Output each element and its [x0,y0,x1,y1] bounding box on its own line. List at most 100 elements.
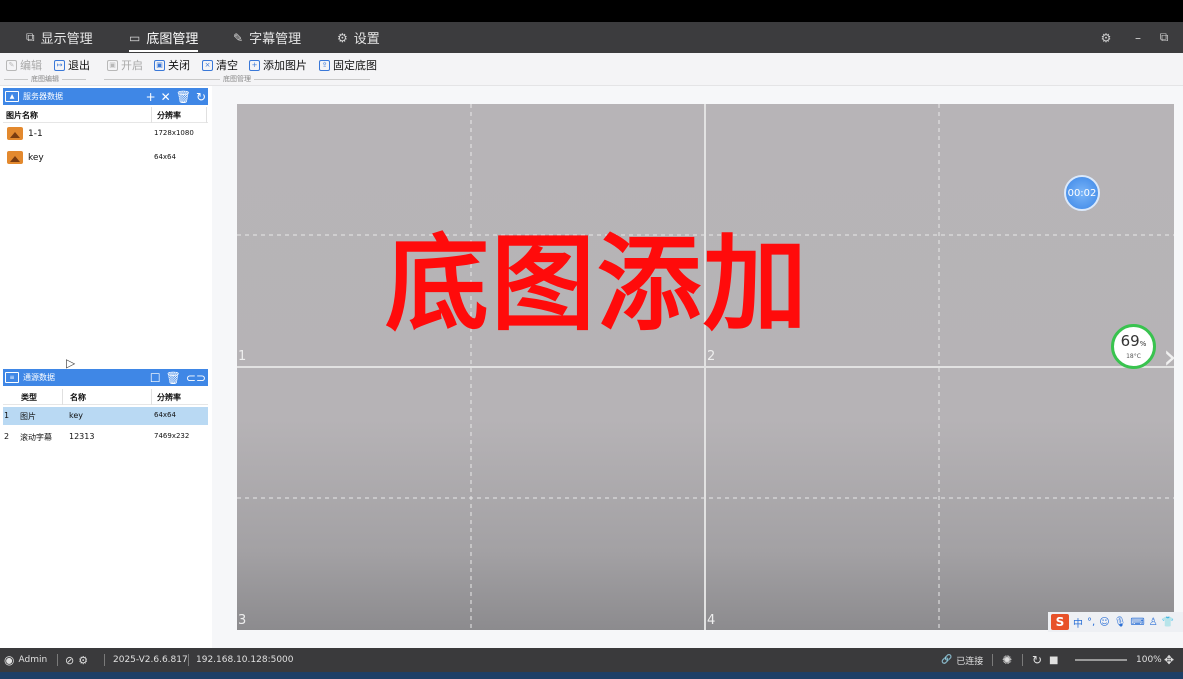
edit-icon: ✎ [6,59,17,71]
ime-toolbar[interactable]: S 中 °, ☺ 🎙 ⌨ ♙ 👕 [1048,612,1183,632]
tab-label: 底图管理 [146,32,199,47]
version-text: 2025-V2.6.6.817 [113,655,188,665]
refresh-icon[interactable]: ↻ [1032,648,1042,672]
user-icon: ♙ [1148,616,1158,628]
column-divider [151,107,152,123]
image-thumbnail-icon [7,127,23,140]
stop-icon[interactable]: ■ [1049,648,1058,672]
cpu-usage-badge[interactable]: 69% 18°C [1111,324,1156,369]
column-header: 分辨率 [157,393,181,402]
image-name: key [28,153,44,163]
mouse-cursor-icon: ▷ [66,356,76,370]
image-thumbnail-icon [7,151,23,164]
close-button[interactable]: ▣ 关闭 [154,57,190,73]
brightness-icon[interactable]: ✺ [1002,648,1012,672]
region-number: 1 [238,349,247,364]
settings-gear-icon[interactable]: ⚙ [1096,22,1116,53]
left-panel: ▲ 服务器数据 + ✕ 🗑 ↻ 图片名称 分辨率 1-1 1728x1080 k… [0,86,212,648]
canvas-grid [237,104,1174,630]
add-image-label: 添加图片 [263,59,307,72]
timer-badge[interactable]: 00:02 [1064,175,1100,211]
gear-icon: ⚙ [337,30,348,45]
user-icon: ◉ [4,653,15,667]
tab-subtitle-management[interactable]: ✎ 字幕管理 [233,22,301,53]
tab-display-management[interactable]: ⧉ 显示管理 [26,22,93,53]
group-label-base-edit: 底图编辑 [4,74,86,84]
pen-icon: ✎ [233,30,244,45]
app-window: ⧉ 显示管理 ▭ 底图管理 ✎ 字幕管理 ⚙ 设置 ⚙ – ⧉ ✎ 编辑 ↦ 退… [0,0,1183,679]
list-item[interactable]: 1-1 1728x1080 [3,124,208,146]
region-number: 2 [707,349,716,364]
source-data-title: 通源数据 [23,373,55,382]
globe-icon[interactable]: ⊘ [65,654,74,667]
row-resolution: 7469x232 [154,432,190,440]
ime-mode: 中 [1073,618,1083,630]
add-image-button[interactable]: + 添加图片 [249,57,307,73]
group-label-text: 底图编辑 [31,75,59,83]
clear-button[interactable]: × 清空 [202,57,238,73]
overlay-title: 底图添加 [385,223,810,345]
delete-x-icon[interactable]: ✕ [161,90,171,104]
trash-icon[interactable]: 🗑 [166,371,181,385]
divider [4,78,28,80]
square-icon[interactable]: ☐ [150,371,161,385]
chevron-right-icon[interactable]: › [1163,340,1177,374]
server-data-title: 服务器数据 [23,92,63,101]
link-icon: 🔗 [941,655,953,665]
cpu-unit: % [1139,340,1147,348]
move-icon[interactable]: ✥ [1164,648,1174,672]
tab-label: 显示管理 [40,32,93,47]
link-icon[interactable]: ⊂⊃ [186,371,206,385]
os-taskbar [0,672,1183,679]
tab-base-image-management[interactable]: ▭ 底图管理 [129,22,199,53]
tab-label: 字幕管理 [249,32,302,47]
gear-icon[interactable]: ⚙ [78,654,88,667]
minimize-icon[interactable]: – [1128,22,1148,53]
open-button[interactable]: ▣ 开启 [107,57,143,73]
connection-status: 🔗 已连接 [941,648,983,672]
connection-text: 已连接 [956,656,984,667]
source-data-table-header: 类型 名称 分辨率 [3,389,208,405]
open-icon: ▣ [107,59,118,71]
region-number: 4 [707,613,716,628]
edit-button[interactable]: ✎ 编辑 [6,57,42,73]
image-resolution: 1728x1080 [154,129,194,137]
punctuation-icon: °, [1087,616,1096,628]
divider [992,654,993,666]
close-icon: ▣ [154,59,165,71]
trash-icon[interactable]: 🗑 [176,90,191,104]
user-name: Admin [18,655,48,665]
add-image-icon: + [249,59,260,71]
clear-label: 清空 [216,59,238,72]
server-address: 192.168.10.128:5000 [196,655,294,665]
restore-icon[interactable]: ⧉ [1154,22,1174,53]
column-header: 名称 [70,393,86,402]
user-info[interactable]: ◉ Admin [4,648,47,672]
row-index: 2 [4,432,10,441]
group-label-text: 底图管理 [223,75,251,83]
refresh-icon[interactable]: ↻ [196,90,206,104]
table-row[interactable]: 2 滚动字幕 12313 7469x232 [3,428,208,446]
title-bar: ⧉ 显示管理 ▭ 底图管理 ✎ 字幕管理 ⚙ 设置 ⚙ – ⧉ [0,22,1183,53]
row-name: 12313 [69,432,95,441]
close-label: 关闭 [168,59,190,72]
divider [104,78,220,80]
skin-icon: 👕 [1161,616,1175,628]
emoji-icon: ☺ [1099,616,1110,628]
top-band [0,0,1183,22]
tab-settings[interactable]: ⚙ 设置 [337,22,380,53]
column-header: 分辨率 [157,111,181,120]
add-icon[interactable]: + [146,90,156,104]
table-row[interactable]: 1 图片 key 64x64 [3,407,208,425]
zoom-slider[interactable] [1075,659,1127,661]
column-divider [151,389,152,405]
divider [62,78,86,80]
base-image-canvas[interactable]: 底图添加 1 2 3 4 [237,104,1174,630]
copy-icon: ⧉ [26,30,35,44]
list-item[interactable]: key 64x64 [3,148,208,170]
divider [104,654,105,666]
fix-base-image-button[interactable]: ⇪ 固定底图 [319,57,377,73]
row-name: key [69,411,84,420]
exit-button[interactable]: ↦ 退出 [54,57,90,73]
microphone-icon: 🎙 [1113,616,1127,628]
